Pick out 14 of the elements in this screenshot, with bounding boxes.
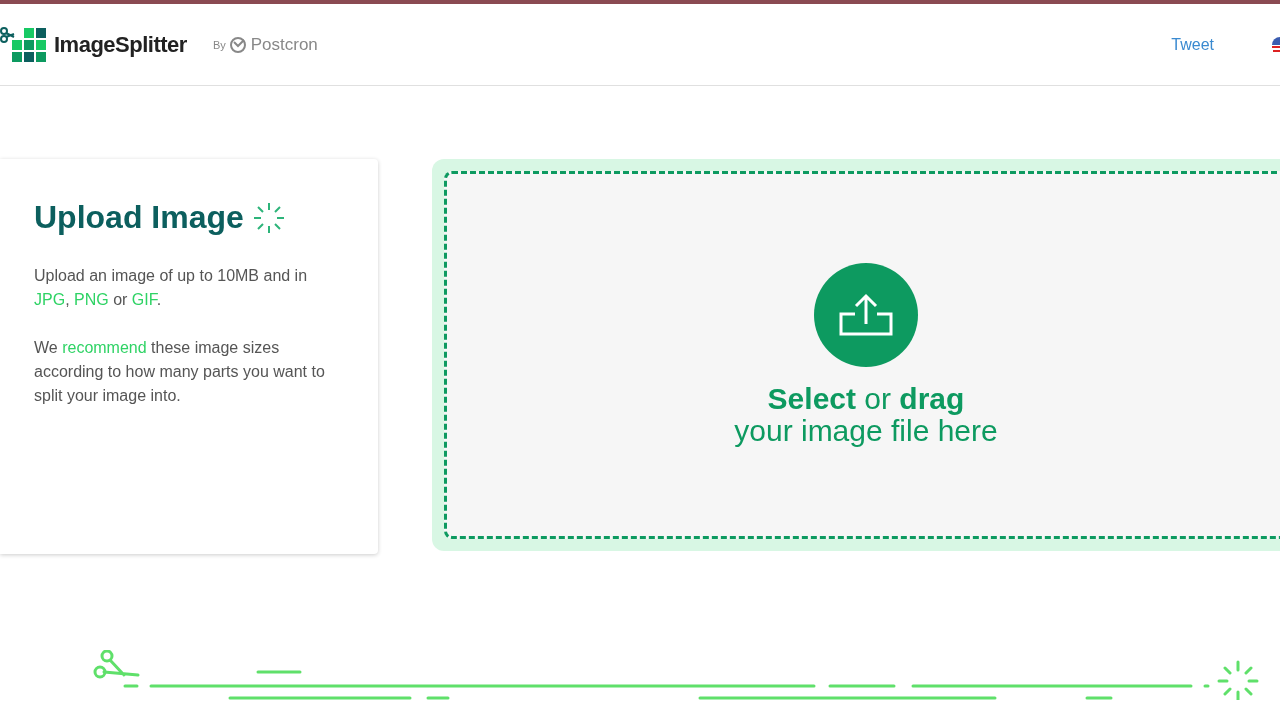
sparkle-icon — [251, 200, 286, 235]
logo-icon — [0, 25, 48, 64]
drop-area[interactable]: Select or drag your image file here — [444, 171, 1280, 539]
card-title: Upload Image — [34, 199, 244, 236]
brand-name: ImageSplitter — [54, 31, 187, 58]
info-paragraph: We recommend these image sizes according to how many parts you want to split your image into. — [34, 338, 326, 406]
tweet-link[interactable]: Tweet — [1171, 35, 1214, 54]
info-paragraph: Upload an image of up to 10MB and in JPG, PNG or GIF. — [34, 266, 309, 310]
select-drag-text: Select or drag — [767, 383, 965, 415]
partner-logo-icon — [228, 35, 247, 54]
by-label: By — [212, 38, 226, 51]
partner-name: Postcron — [250, 34, 318, 55]
upload-icon — [837, 292, 895, 338]
drop-hint-text: your image file here — [734, 415, 998, 447]
